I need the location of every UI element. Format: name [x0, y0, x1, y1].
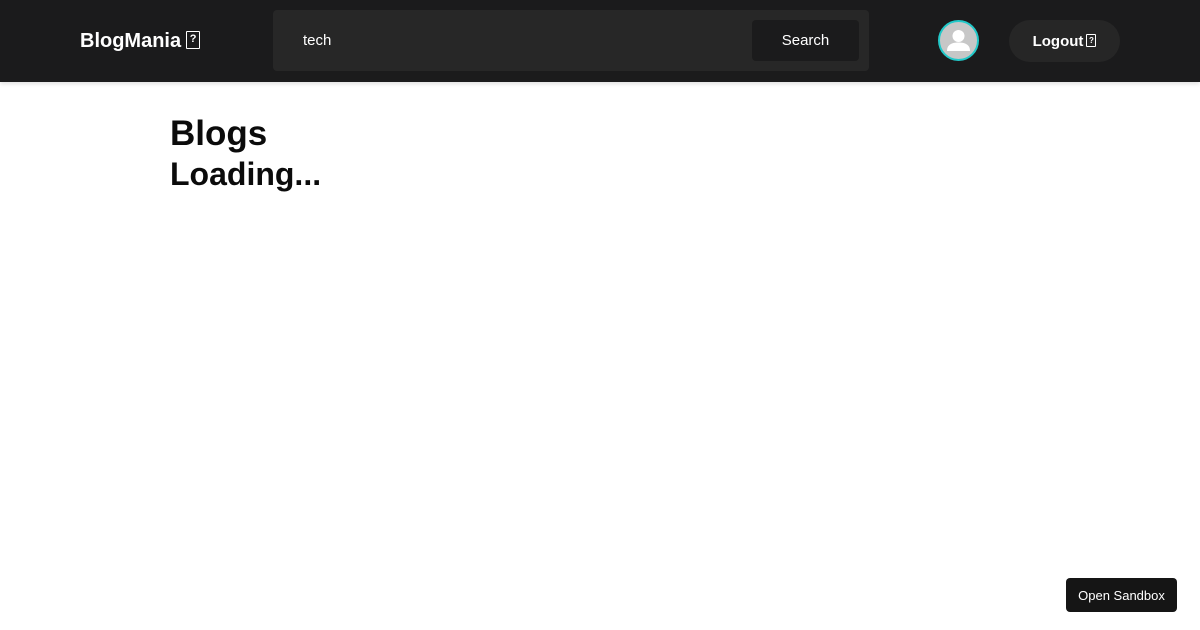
- navbar: BlogMania Search Logout: [0, 0, 1200, 82]
- search-input[interactable]: [293, 10, 753, 71]
- logout-button[interactable]: Logout: [1009, 20, 1120, 62]
- logout-label: Logout: [1032, 32, 1084, 50]
- page-title: Blogs: [170, 114, 268, 153]
- page: BlogMania Search Logout Blogs Loading...…: [0, 0, 1200, 630]
- loading-status: Loading...: [170, 156, 322, 192]
- user-avatar-icon: [947, 30, 970, 51]
- missing-glyph-icon: [1086, 33, 1097, 47]
- brand-logo[interactable]: BlogMania: [80, 29, 201, 53]
- avatar[interactable]: [938, 20, 979, 61]
- missing-glyph-icon: [186, 31, 201, 49]
- search-button[interactable]: Search: [752, 20, 859, 61]
- open-sandbox-button[interactable]: Open Sandbox: [1066, 578, 1177, 612]
- brand-name: BlogMania: [80, 30, 182, 52]
- search-bar: Search: [273, 10, 869, 71]
